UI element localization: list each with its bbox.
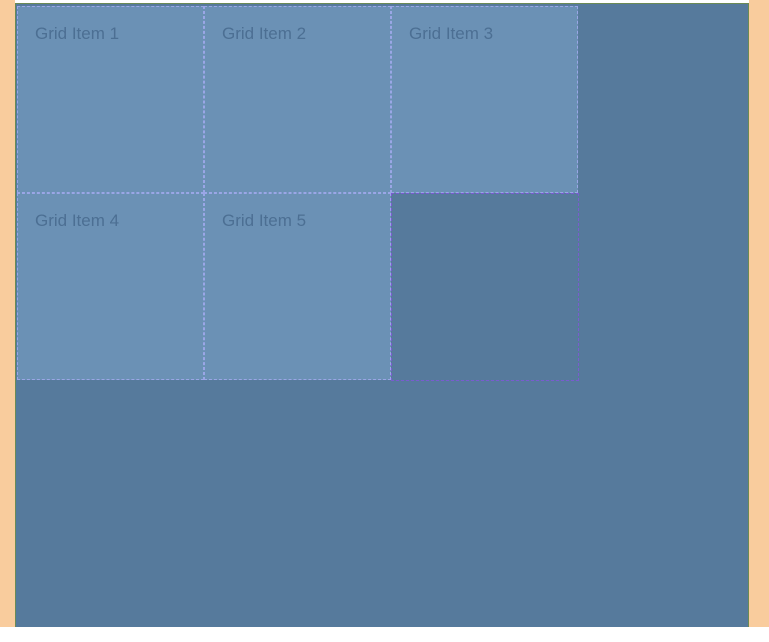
grid-item-label: Grid Item 3: [409, 24, 494, 43]
grid-item-label: Grid Item 4: [35, 211, 120, 230]
page: Grid Item 1 Grid Item 2 Grid Item 3 Grid…: [0, 0, 769, 642]
grid-item-2: Grid Item 2: [204, 6, 391, 193]
grid-item-label: Grid Item 1: [35, 24, 120, 43]
grid-item-label: Grid Item 5: [222, 211, 307, 230]
grid: Grid Item 1 Grid Item 2 Grid Item 3 Grid…: [17, 6, 579, 381]
grid-item-label: Grid Item 2: [222, 24, 307, 43]
grid-item-3: Grid Item 3: [391, 6, 578, 193]
grid-item-5: Grid Item 5: [204, 193, 391, 380]
grid-container: Grid Item 1 Grid Item 2 Grid Item 3 Grid…: [15, 3, 749, 627]
right-margin-area: [749, 0, 769, 627]
empty-grid-track: [391, 193, 579, 381]
left-margin-area: [0, 0, 15, 627]
grid-item-1: Grid Item 1: [17, 6, 204, 193]
grid-item-4: Grid Item 4: [17, 193, 204, 380]
